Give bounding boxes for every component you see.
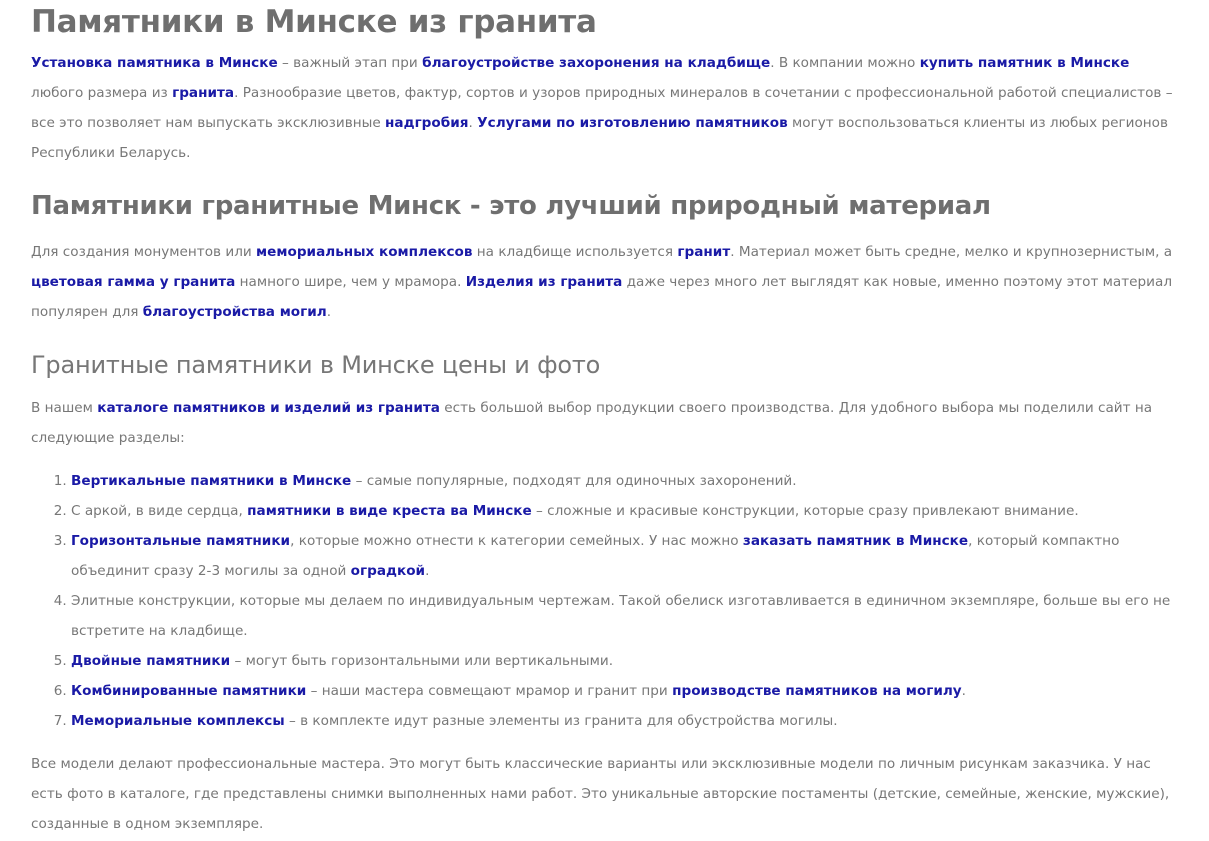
link-memorial-complexes-list[interactable]: Мемориальные комплексы (71, 713, 285, 729)
sections-list: Вертикальные памятники в Минске – самые … (31, 466, 1181, 736)
link-order-monument[interactable]: заказать памятник в Минске (743, 533, 968, 549)
granite-text-1: Для создания монументов или (31, 244, 257, 260)
list-item-text: – могут быть горизонтальными или вертика… (230, 653, 614, 669)
link-monument-installation[interactable]: Установка памятника в Минске (31, 55, 278, 71)
list-item: Вертикальные памятники в Минске – самые … (71, 466, 1181, 496)
list-item-text: . (961, 683, 966, 699)
granite-text-2: на кладбище используется (472, 244, 678, 260)
list-item-text: – в комплекте идут разные элементы из гр… (284, 713, 838, 729)
link-granite-material[interactable]: гранит (677, 244, 730, 260)
intro-text-1: – важный этап при (277, 55, 423, 71)
intro-text-3: любого размера из (31, 85, 173, 101)
link-cross-monuments[interactable]: памятники в виде креста ва Минске (247, 503, 532, 519)
link-double-monuments[interactable]: Двойные памятники (71, 653, 230, 669)
link-grave-landscaping[interactable]: благоустройства могил (143, 304, 327, 320)
link-grave-improvement[interactable]: благоустройстве захоронения на кладбище (422, 55, 770, 71)
granite-text-4: намного шире, чем у мрамора. (235, 274, 466, 290)
closing-paragraph: Все модели делают профессиональные масте… (31, 749, 1181, 839)
list-item-text: – самые популярные, подходят для одиночн… (351, 473, 797, 489)
catalog-text-1: В нашем (31, 400, 98, 416)
list-item: С аркой, в виде сердца, памятники в виде… (71, 496, 1181, 526)
intro-text-2: . В компании можно (770, 55, 920, 71)
section-heading-granite-material: Памятники гранитные Минск - это лучший п… (31, 191, 991, 221)
intro-paragraph: Установка памятника в Минске – важный эт… (31, 48, 1181, 168)
granite-text-3: . Материал может быть средне, мелко и кр… (730, 244, 1173, 260)
link-tombstones[interactable]: надгробия (385, 115, 468, 131)
link-horizontal-monuments[interactable]: Горизонтальные памятники (71, 533, 290, 549)
link-granite[interactable]: гранита (172, 85, 234, 101)
page-title: Памятники в Минске из гранита (31, 4, 597, 40)
link-fence[interactable]: оградкой (351, 563, 425, 579)
link-buy-monument[interactable]: купить памятник в Минске (920, 55, 1130, 71)
link-monument-production[interactable]: производстве памятников на могилу (672, 683, 962, 699)
list-item-text: . (425, 563, 430, 579)
list-item-text: – сложные и красивые конструкции, которы… (531, 503, 1079, 519)
catalog-paragraph: В нашем каталоге памятников и изделий из… (31, 393, 1181, 453)
list-item: Элитные конструкции, которые мы делаем п… (71, 586, 1181, 646)
list-item: Горизонтальные памятники, которые можно … (71, 526, 1181, 586)
link-memorial-complexes[interactable]: мемориальных комплексов (256, 244, 472, 260)
closing-line-3: созданные в одном экземпляре. (31, 816, 264, 832)
closing-line-2: есть фото в каталоге, где представлены с… (31, 786, 1170, 802)
link-combined-monuments[interactable]: Комбинированные памятники (71, 683, 306, 699)
closing-line-1: Все модели делают профессиональные масте… (31, 756, 1151, 772)
article-content: Памятники в Минске из гранита Установка … (0, 0, 1181, 839)
link-vertical-monuments[interactable]: Вертикальные памятники в Минске (71, 473, 351, 489)
list-item: Двойные памятники – могут быть горизонта… (71, 646, 1181, 676)
granite-text-6: . (326, 304, 332, 320)
list-item: Мемориальные комплексы – в комплекте иду… (71, 706, 1181, 736)
section-heading-prices-photos: Гранитные памятники в Минске цены и фото (31, 351, 601, 379)
intro-text-5: . (468, 115, 478, 131)
link-manufacturing-services[interactable]: Услугами по изготовлению памятников (477, 115, 788, 131)
link-catalog[interactable]: каталоге памятников и изделий из гранита (97, 400, 440, 416)
link-granite-products[interactable]: Изделия из гранита (466, 274, 623, 290)
list-item: Комбинированные памятники – наши мастера… (71, 676, 1181, 706)
list-item-text: С аркой, в виде сердца, (71, 503, 248, 519)
granite-paragraph: Для создания монументов или мемориальных… (31, 237, 1181, 327)
link-granite-colors[interactable]: цветовая гамма у гранита (31, 274, 235, 290)
list-item-text: , которые можно отнести к категории семе… (290, 533, 743, 549)
list-item-text: Элитные конструкции, которые мы делаем п… (71, 593, 1171, 639)
list-item-text: – наши мастера совмещают мрамор и гранит… (306, 683, 673, 699)
